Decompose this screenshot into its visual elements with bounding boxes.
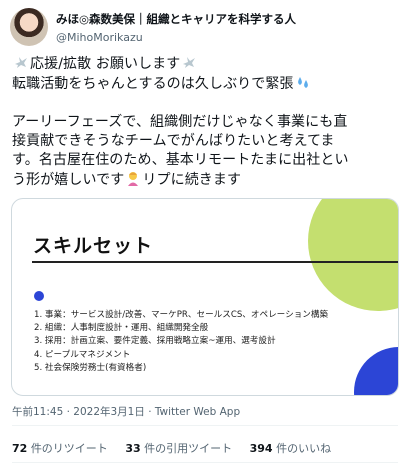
tweet: みほ◎森数美保｜組織とキャリアを科学する人 @MihoMorikazu 応援/拡… [0, 0, 409, 467]
avatar[interactable] [10, 8, 48, 46]
tweet-timestamp[interactable]: 午前11:45 · 2022年3月1日 · Twitter Web App [12, 404, 240, 419]
skill-item: 2. 組織：人事制度設計・運用、組織開発全般 [34, 323, 209, 334]
tweet-para-line: 接貢献できそうなチームでがんばりたいと考えてま [12, 133, 335, 149]
divider [12, 462, 398, 463]
skill-item: 3. 採用：計画立案、要件定義、採用戦略立案~運用、選考設計 [34, 336, 276, 347]
skill-item: 4. ピープルマネジメント [34, 349, 131, 360]
tweet-line-2: 転職活動をちゃんとするのは久しぶりで緊張 [12, 74, 400, 94]
likes-label: 件のいいね [276, 442, 332, 455]
blue-circle-decoration [354, 347, 398, 395]
person-tipping-hand-icon [128, 172, 139, 186]
quotes-count: 33 [125, 442, 141, 455]
tweet-para-line: アーリーフェーズで、組織側だけじゃなく事業にも直 [12, 114, 348, 130]
sweat-droplets-icon [297, 77, 308, 88]
skills-list: 1. 事業：サービス設計/改善、マーケPR、セールスCS、オペレーション構築 2… [34, 309, 328, 375]
author-display-name[interactable]: みほ◎森数美保｜組織とキャリアを科学する人 [56, 11, 296, 27]
author-handle[interactable]: @MihoMorikazu [56, 31, 296, 44]
tweet-para-line-text: リプに続きます [142, 172, 242, 188]
green-circle-decoration [308, 199, 398, 311]
likes-count: 394 [249, 442, 273, 455]
tweet-line-1-text: 応援/拡散 お願いします [30, 56, 181, 72]
likes-stat[interactable]: 394 件のいいね [250, 442, 331, 455]
skill-item: 5. 社会保険労務士(有資格者) [34, 362, 147, 373]
quotes-stat[interactable]: 33 件の引用ツイート [125, 442, 232, 455]
slide-title: スキルセット [33, 235, 154, 257]
tweet-para-line: う形が嬉しいです リプに続きます [12, 170, 400, 190]
divider [12, 425, 398, 426]
retweets-stat[interactable]: 72 件のリツイート [12, 442, 108, 455]
retweets-label: 件のリツイート [30, 442, 108, 455]
image-card[interactable]: スキルセット 1. 事業：サービス設計/改善、マーケPR、セールスCS、オペレー… [11, 198, 399, 396]
slide-divider [32, 261, 398, 263]
engagement-stats: 72 件のリツイート 33 件の引用ツイート 394 件のいいね [12, 440, 345, 456]
blue-dot-decoration [34, 291, 44, 301]
quotes-label: 件の引用ツイート [144, 442, 233, 455]
tweet-line-1: 応援/拡散 お願いします [12, 54, 400, 74]
dove-icon [183, 57, 196, 68]
skill-item: 1. 事業：サービス設計/改善、マーケPR、セールスCS、オペレーション構築 [34, 310, 329, 320]
author-names[interactable]: みほ◎森数美保｜組織とキャリアを科学する人 @MihoMorikazu [56, 11, 296, 44]
tweet-header: みほ◎森数美保｜組織とキャリアを科学する人 @MihoMorikazu [10, 8, 400, 48]
tweet-para-line-text: う形が嬉しいです [12, 172, 125, 188]
retweets-count: 72 [12, 442, 28, 455]
tweet-line-2-text: 転職活動をちゃんとするのは久しぶりで緊張 [12, 76, 294, 92]
dove-icon [15, 57, 27, 68]
tweet-text: 応援/拡散 お願いします 転職活動をちゃんとするのは久しぶりで緊張 アーリーフェ… [12, 54, 400, 190]
tweet-para-line: す。名古屋在住のため、基本リモートたまに出社とい [12, 152, 349, 168]
